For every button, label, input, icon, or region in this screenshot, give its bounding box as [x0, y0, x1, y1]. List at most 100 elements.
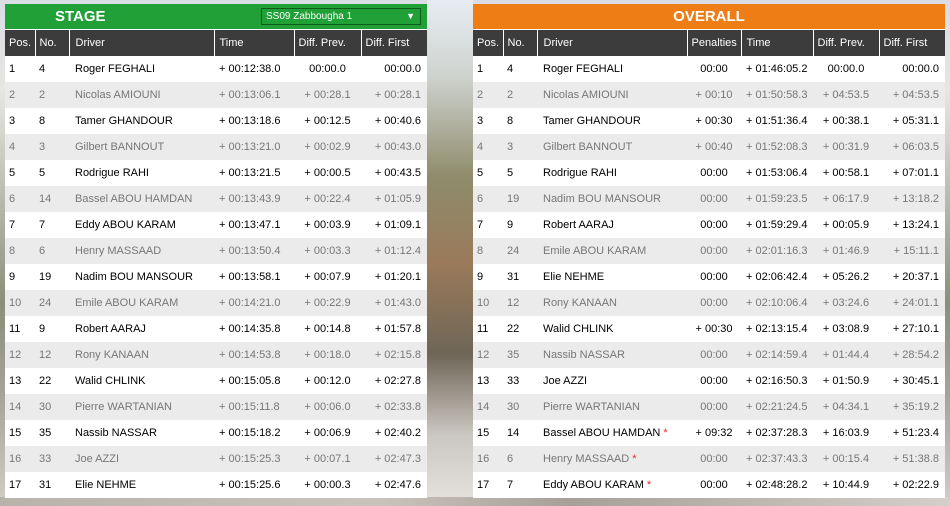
row-penalty: 00:00 — [687, 264, 741, 290]
row-pos: 5 — [473, 160, 503, 186]
row-diff-prev: + 01:44.4 — [813, 342, 879, 368]
row-diff-first: + 02:47.6 — [361, 472, 427, 498]
row-pos: 6 — [5, 186, 35, 212]
row-penalty: 00:00 — [687, 394, 741, 420]
driver-name: Roger FEGHALI — [543, 63, 624, 75]
row-diff-prev: + 04:53.5 — [813, 82, 879, 108]
row-penalty: + 00:10 — [687, 82, 741, 108]
row-time: + 01:53:06.4 — [741, 160, 813, 186]
overall-results-panel: OVERALL Pos. No. Driver Penalties Time D… — [473, 4, 945, 498]
row-pos: 17 — [473, 472, 503, 498]
row-time: + 00:15:25.6 — [214, 472, 294, 498]
row-pos: 4 — [473, 134, 503, 160]
row-diff-prev: + 00:07.1 — [294, 446, 361, 472]
row-penalty: 00:00 — [687, 368, 741, 394]
row-no: 7 — [35, 212, 69, 238]
row-diff-first: + 02:22.9 — [879, 472, 945, 498]
row-time: + 00:15:05.8 — [214, 368, 294, 394]
stage-select-dropdown[interactable]: SS09 Zabbougha 1 ▼ — [261, 8, 421, 25]
row-no: 6 — [35, 238, 69, 264]
col-time[interactable]: Time — [741, 29, 814, 56]
row-diff-prev: + 00:03.9 — [294, 212, 361, 238]
col-diff-first[interactable]: Diff. First — [879, 29, 945, 56]
row-driver: Robert AARAJ — [537, 212, 687, 238]
row-driver: Pierre WARTANIAN — [537, 394, 687, 420]
row-diff-prev: + 01:50.9 — [813, 368, 879, 394]
row-driver: Nicolas AMIOUNI — [69, 82, 214, 108]
row-penalty: 00:00 — [687, 446, 741, 472]
row-pos: 1 — [5, 56, 35, 82]
driver-name: Rony KANAAN — [543, 297, 617, 309]
driver-name: Robert AARAJ — [543, 219, 614, 231]
row-time: + 02:01:16.3 — [741, 238, 813, 264]
row-time: + 02:48:28.2 — [741, 472, 813, 498]
row-no: 22 — [503, 316, 537, 342]
background-photo-bottom — [0, 497, 950, 506]
stage-table-row: 12 12 Rony KANAAN + 00:14:53.8 + 00:18.0 + 02… — [5, 342, 427, 368]
overall-table-row: 17 7 Eddy ABOU KARAM * 00:00 + 02:48:28.2 + 10… — [473, 472, 945, 498]
row-pos: 5 — [5, 160, 35, 186]
row-diff-first: + 30:45.1 — [879, 368, 945, 394]
row-pos: 14 — [473, 394, 503, 420]
col-time[interactable]: Time — [214, 29, 295, 56]
col-penalties[interactable]: Penalties — [687, 29, 742, 56]
overall-table-row: 2 2 Nicolas AMIOUNI + 00:10 + 01:50:58.3 + 04… — [473, 82, 945, 108]
overall-results-table: Pos. No. Driver Penalties Time Diff. Pre… — [473, 29, 945, 498]
row-penalty: 00:00 — [687, 56, 741, 82]
row-driver: Joe AZZI — [69, 446, 214, 472]
row-no: 12 — [503, 290, 537, 316]
row-driver: Henry MASSAAD * — [537, 446, 687, 472]
row-driver: Tamer GHANDOUR — [537, 108, 687, 134]
col-driver[interactable]: Driver — [69, 29, 215, 56]
row-diff-prev: 00:00.0 — [813, 56, 879, 82]
overall-table-row: 9 31 Elie NEHME 00:00 + 02:06:42.4 + 05:26.2 +… — [473, 264, 945, 290]
col-diff-prev[interactable]: Diff. Prev. — [813, 29, 880, 56]
row-pos: 16 — [5, 446, 35, 472]
row-penalty: 00:00 — [687, 160, 741, 186]
row-driver: Emile ABOU KARAM — [69, 290, 214, 316]
row-penalty: 00:00 — [687, 472, 741, 498]
stage-table-row: 7 7 Eddy ABOU KARAM + 00:13:47.1 + 00:03.9 + … — [5, 212, 427, 238]
row-diff-prev: + 00:14.8 — [294, 316, 361, 342]
row-time: + 02:10:06.4 — [741, 290, 813, 316]
col-no[interactable]: No. — [503, 29, 538, 56]
col-no[interactable]: No. — [35, 29, 70, 56]
row-diff-prev: + 00:58.1 — [813, 160, 879, 186]
row-driver: Nassib NASSAR — [69, 420, 214, 446]
row-driver: Gilbert BANNOUT — [69, 134, 214, 160]
row-no: 3 — [35, 134, 69, 160]
row-time: + 02:37:28.3 — [741, 420, 813, 446]
row-time: + 02:16:50.3 — [741, 368, 813, 394]
row-driver: Eddy ABOU KARAM * — [537, 472, 687, 498]
row-driver: Nadim BOU MANSOUR — [537, 186, 687, 212]
row-no: 5 — [35, 160, 69, 186]
row-no: 35 — [503, 342, 537, 368]
row-diff-prev: + 00:12.0 — [294, 368, 361, 394]
row-pos: 11 — [5, 316, 35, 342]
col-diff-first[interactable]: Diff. First — [361, 29, 427, 56]
col-pos[interactable]: Pos. — [5, 29, 36, 56]
row-no: 2 — [503, 82, 537, 108]
row-penalty: + 00:30 — [687, 316, 741, 342]
row-pos: 10 — [473, 290, 503, 316]
overall-table-row: 16 6 Henry MASSAAD * 00:00 + 02:37:43.3 + 00:1… — [473, 446, 945, 472]
col-pos[interactable]: Pos. — [473, 29, 504, 56]
row-diff-first: + 20:37.1 — [879, 264, 945, 290]
row-time: + 00:13:47.1 — [214, 212, 294, 238]
row-diff-prev: + 00:22.4 — [294, 186, 361, 212]
row-diff-prev: + 00:03.3 — [294, 238, 361, 264]
stage-table-row: 8 6 Henry MASSAAD + 00:13:50.4 + 00:03.3 + 01… — [5, 238, 427, 264]
overall-table-row: 11 22 Walid CHLINK + 00:30 + 02:13:15.4 + 03:… — [473, 316, 945, 342]
row-pos: 15 — [473, 420, 503, 446]
col-driver[interactable]: Driver — [537, 29, 688, 56]
col-diff-prev[interactable]: Diff. Prev. — [294, 29, 362, 56]
driver-name: Tamer GHANDOUR — [543, 115, 641, 127]
overall-table-row: 14 30 Pierre WARTANIAN 00:00 + 02:21:24.5 + 0… — [473, 394, 945, 420]
row-no: 14 — [503, 420, 537, 446]
row-penalty: 00:00 — [687, 238, 741, 264]
row-driver: Emile ABOU KARAM — [537, 238, 687, 264]
row-diff-first: + 35:19.2 — [879, 394, 945, 420]
row-penalty: 00:00 — [687, 290, 741, 316]
row-no: 14 — [35, 186, 69, 212]
row-driver: Bassel ABOU HAMDAN — [69, 186, 214, 212]
